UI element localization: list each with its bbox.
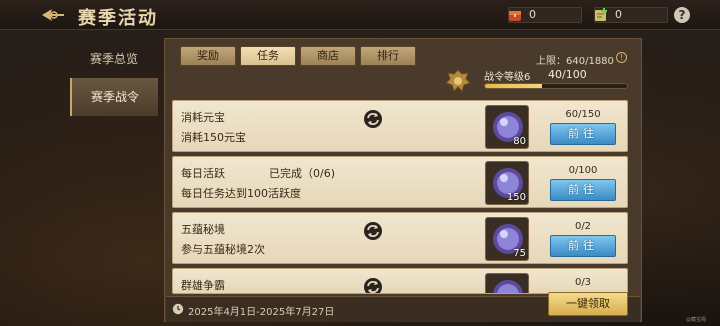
- pass-level-progress: 40/100: [548, 68, 587, 81]
- task-progress: 0/2: [574, 221, 592, 232]
- tab-ranking[interactable]: 排行: [360, 46, 416, 66]
- claim-all-button[interactable]: 一键领取: [548, 292, 628, 316]
- watermark: @藏宝阁: [686, 317, 707, 323]
- refresh-icon[interactable]: [363, 109, 383, 129]
- task-row: 每日活跃 已完成（0/6) 每日任务达到100活跃度 150 0/100 前往: [172, 156, 628, 208]
- task-name: 每日活跃: [181, 167, 225, 180]
- refresh-icon[interactable]: [363, 221, 383, 241]
- task-description: 消耗150元宝: [181, 131, 246, 144]
- exp-orb-icon: [493, 280, 523, 293]
- season-date-range: 2025年4月1日-2025年7月27日: [188, 307, 335, 318]
- top-bar: 赛季活动 0 0 ?: [0, 0, 720, 30]
- treasure-chest-icon: [509, 11, 521, 21]
- sidebar-item-overview[interactable]: 赛季总览: [70, 40, 158, 78]
- reward-item[interactable]: 75: [485, 217, 529, 261]
- task-progress: 60/150: [565, 109, 601, 120]
- task-description: 每日任务达到100活跃度: [181, 187, 301, 200]
- task-name: 消耗元宝: [181, 111, 225, 124]
- task-row: 消耗元宝 消耗150元宝 80 60/150 前往: [172, 100, 628, 152]
- tab-rewards[interactable]: 奖励: [180, 46, 236, 66]
- go-button[interactable]: 前往: [550, 179, 616, 201]
- currency-box-ingot: 0: [508, 7, 582, 23]
- task-progress: 0/3: [574, 277, 592, 288]
- back-arrow-icon: [42, 9, 64, 21]
- currency-value-ingot: 0: [529, 8, 536, 21]
- scroll-plus-icon: [595, 8, 607, 21]
- go-button[interactable]: 前往: [550, 235, 616, 257]
- task-status: 已完成（0/6): [269, 167, 335, 180]
- task-row: 五蕴秘境 参与五蕴秘境2次 75 0/2 前往: [172, 212, 628, 264]
- reward-item[interactable]: [485, 273, 529, 293]
- reward-count: 80: [513, 136, 526, 147]
- task-name: 群雄争霸: [181, 279, 225, 292]
- tab-shop[interactable]: 商店: [300, 46, 356, 66]
- pass-progress-bar: [484, 83, 628, 89]
- reward-item[interactable]: 150: [485, 161, 529, 205]
- reward-item[interactable]: 80: [485, 105, 529, 149]
- task-description: 参与五蕴秘境2次: [181, 243, 265, 256]
- help-button[interactable]: ?: [674, 7, 690, 23]
- back-button[interactable]: [40, 6, 66, 24]
- pass-level-label: 战令等级6: [484, 72, 531, 83]
- pass-progress-fill: [485, 84, 542, 88]
- info-icon[interactable]: !: [616, 52, 627, 63]
- task-progress: 0/100: [568, 165, 598, 176]
- currency-box-ticket: 0: [594, 7, 668, 23]
- sidebar-item-battle-pass[interactable]: 赛季战令: [70, 78, 158, 116]
- exp-limit-text: 上限：640/1880: [536, 56, 614, 67]
- currency-value-ticket: 0: [615, 8, 622, 21]
- go-button[interactable]: 前往: [550, 123, 616, 145]
- reward-count: 75: [513, 248, 526, 259]
- pass-level-badge-icon: [445, 69, 471, 92]
- task-name: 五蕴秘境: [181, 223, 225, 236]
- tab-tasks[interactable]: 任务: [240, 46, 296, 66]
- clock-icon: [172, 303, 184, 315]
- page-title: 赛季活动: [78, 8, 158, 29]
- reward-count: 150: [506, 192, 526, 203]
- refresh-icon[interactable]: [363, 277, 383, 294]
- task-row: 群雄争霸 0/3: [172, 268, 628, 294]
